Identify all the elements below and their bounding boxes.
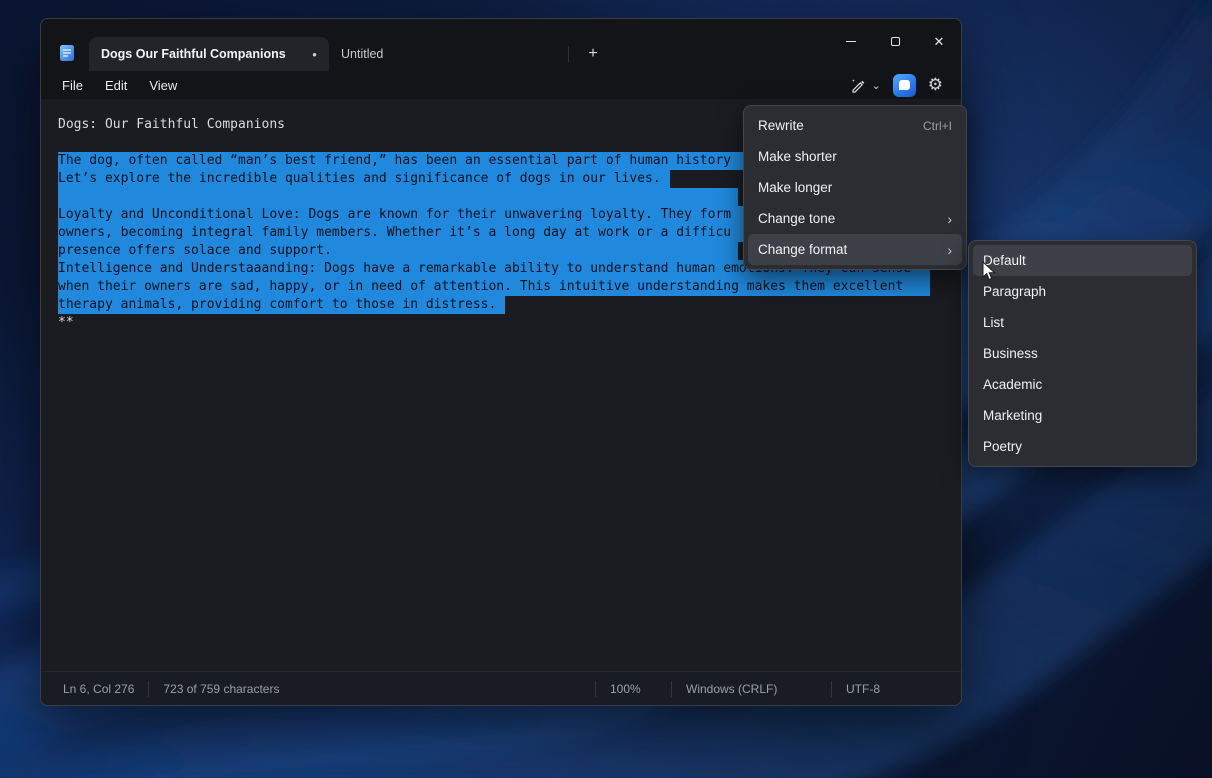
menu-item-make-longer[interactable]: Make longer <box>748 172 962 203</box>
tab-dogs-our-faithful-companions[interactable]: Dogs Our Faithful Companions ● <box>89 37 329 71</box>
menu-file[interactable]: File <box>51 74 94 97</box>
menu-item-label: Change format <box>758 242 847 257</box>
menu-item-label: Make shorter <box>758 149 837 164</box>
menu-item-label: Poetry <box>983 439 1022 454</box>
submenu-item-marketing[interactable]: Marketing <box>973 400 1192 431</box>
copilot-icon[interactable] <box>893 74 916 97</box>
menu-item-change-tone[interactable]: Change tone › <box>748 203 962 234</box>
chevron-right-icon: › <box>947 212 952 226</box>
menu-bar: File Edit View ⌄ ⚙ <box>41 71 961 99</box>
menu-edit[interactable]: Edit <box>94 74 138 97</box>
line-text: Dogs: Our Faithful Companions <box>58 117 285 132</box>
submenu-item-paragraph[interactable]: Paragraph <box>973 276 1192 307</box>
title-bar[interactable]: Dogs Our Faithful Companions ● Untitled … <box>41 19 961 71</box>
close-icon: ✕ <box>934 35 945 48</box>
menu-item-label: Change tone <box>758 211 835 226</box>
submenu-item-default[interactable]: Default <box>973 245 1192 276</box>
rewrite-context-menu: Rewrite Ctrl+I Make shorter Make longer … <box>743 105 967 270</box>
menu-item-make-shorter[interactable]: Make shorter <box>748 141 962 172</box>
editor-line[interactable]: ** <box>58 314 961 332</box>
selected-line-text: Let’s explore the incredible qualities a… <box>58 170 670 188</box>
status-zoom-level: 100% <box>595 681 671 697</box>
unsaved-indicator-dot: ● <box>312 50 317 59</box>
mouse-cursor <box>982 261 997 282</box>
menu-item-change-format[interactable]: Change format › <box>748 234 962 265</box>
status-bar: Ln 6, Col 276 723 of 759 characters 100%… <box>41 671 961 705</box>
menu-item-label: List <box>983 315 1004 330</box>
shortcut-label: Ctrl+I <box>923 119 952 133</box>
tab-label: Untitled <box>341 47 383 61</box>
editor-line[interactable]: when their owners are sad, happy, or in … <box>58 278 961 296</box>
tab-bar: Dogs Our Faithful Companions ● Untitled … <box>89 37 607 71</box>
chevron-right-icon: › <box>947 243 952 257</box>
menu-item-rewrite[interactable]: Rewrite Ctrl+I <box>748 110 962 141</box>
minimize-button[interactable] <box>829 19 873 63</box>
change-format-submenu: Default Paragraph List Business Academic… <box>968 240 1197 467</box>
menu-item-label: Paragraph <box>983 284 1046 299</box>
status-cursor-position: Ln 6, Col 276 <box>49 681 148 697</box>
menu-item-label: Rewrite <box>758 118 804 133</box>
copilot-glyph <box>899 80 910 90</box>
selected-line-text: presence offers solace and support. <box>58 242 738 260</box>
menu-item-label: Business <box>983 346 1038 361</box>
maximize-icon <box>891 37 900 46</box>
menu-view[interactable]: View <box>138 74 188 97</box>
rewrite-pen-icon[interactable] <box>849 77 866 94</box>
notepad-app-icon <box>58 44 76 62</box>
settings-gear-icon[interactable]: ⚙ <box>928 75 943 95</box>
tab-label: Dogs Our Faithful Companions <box>101 47 286 61</box>
status-encoding: UTF-8 <box>831 681 961 697</box>
new-tab-button[interactable]: + <box>579 41 607 67</box>
toolbar-right: ⌄ ⚙ <box>849 74 951 97</box>
maximize-button[interactable] <box>873 19 917 63</box>
submenu-item-business[interactable]: Business <box>973 338 1192 369</box>
selected-line-text: when their owners are sad, happy, or in … <box>58 278 930 296</box>
submenu-item-poetry[interactable]: Poetry <box>973 431 1192 462</box>
chevron-down-icon[interactable]: ⌄ <box>872 79 881 92</box>
minimize-icon <box>846 41 856 42</box>
menu-item-label: Make longer <box>758 180 832 195</box>
editor-line[interactable]: therapy animals, providing comfort to th… <box>58 296 961 314</box>
menu-item-label: Academic <box>983 377 1042 392</box>
selected-line-text: therapy animals, providing comfort to th… <box>58 296 505 314</box>
submenu-item-list[interactable]: List <box>973 307 1192 338</box>
status-line-ending: Windows (CRLF) <box>671 681 831 697</box>
close-button[interactable]: ✕ <box>917 19 961 63</box>
window-controls: ✕ <box>829 19 961 63</box>
menu-item-label: Marketing <box>983 408 1042 423</box>
submenu-item-academic[interactable]: Academic <box>973 369 1192 400</box>
tab-untitled[interactable]: Untitled <box>329 37 569 71</box>
status-character-count: 723 of 759 characters <box>148 681 293 697</box>
line-text: ** <box>58 315 74 330</box>
selected-line-text <box>58 188 738 206</box>
